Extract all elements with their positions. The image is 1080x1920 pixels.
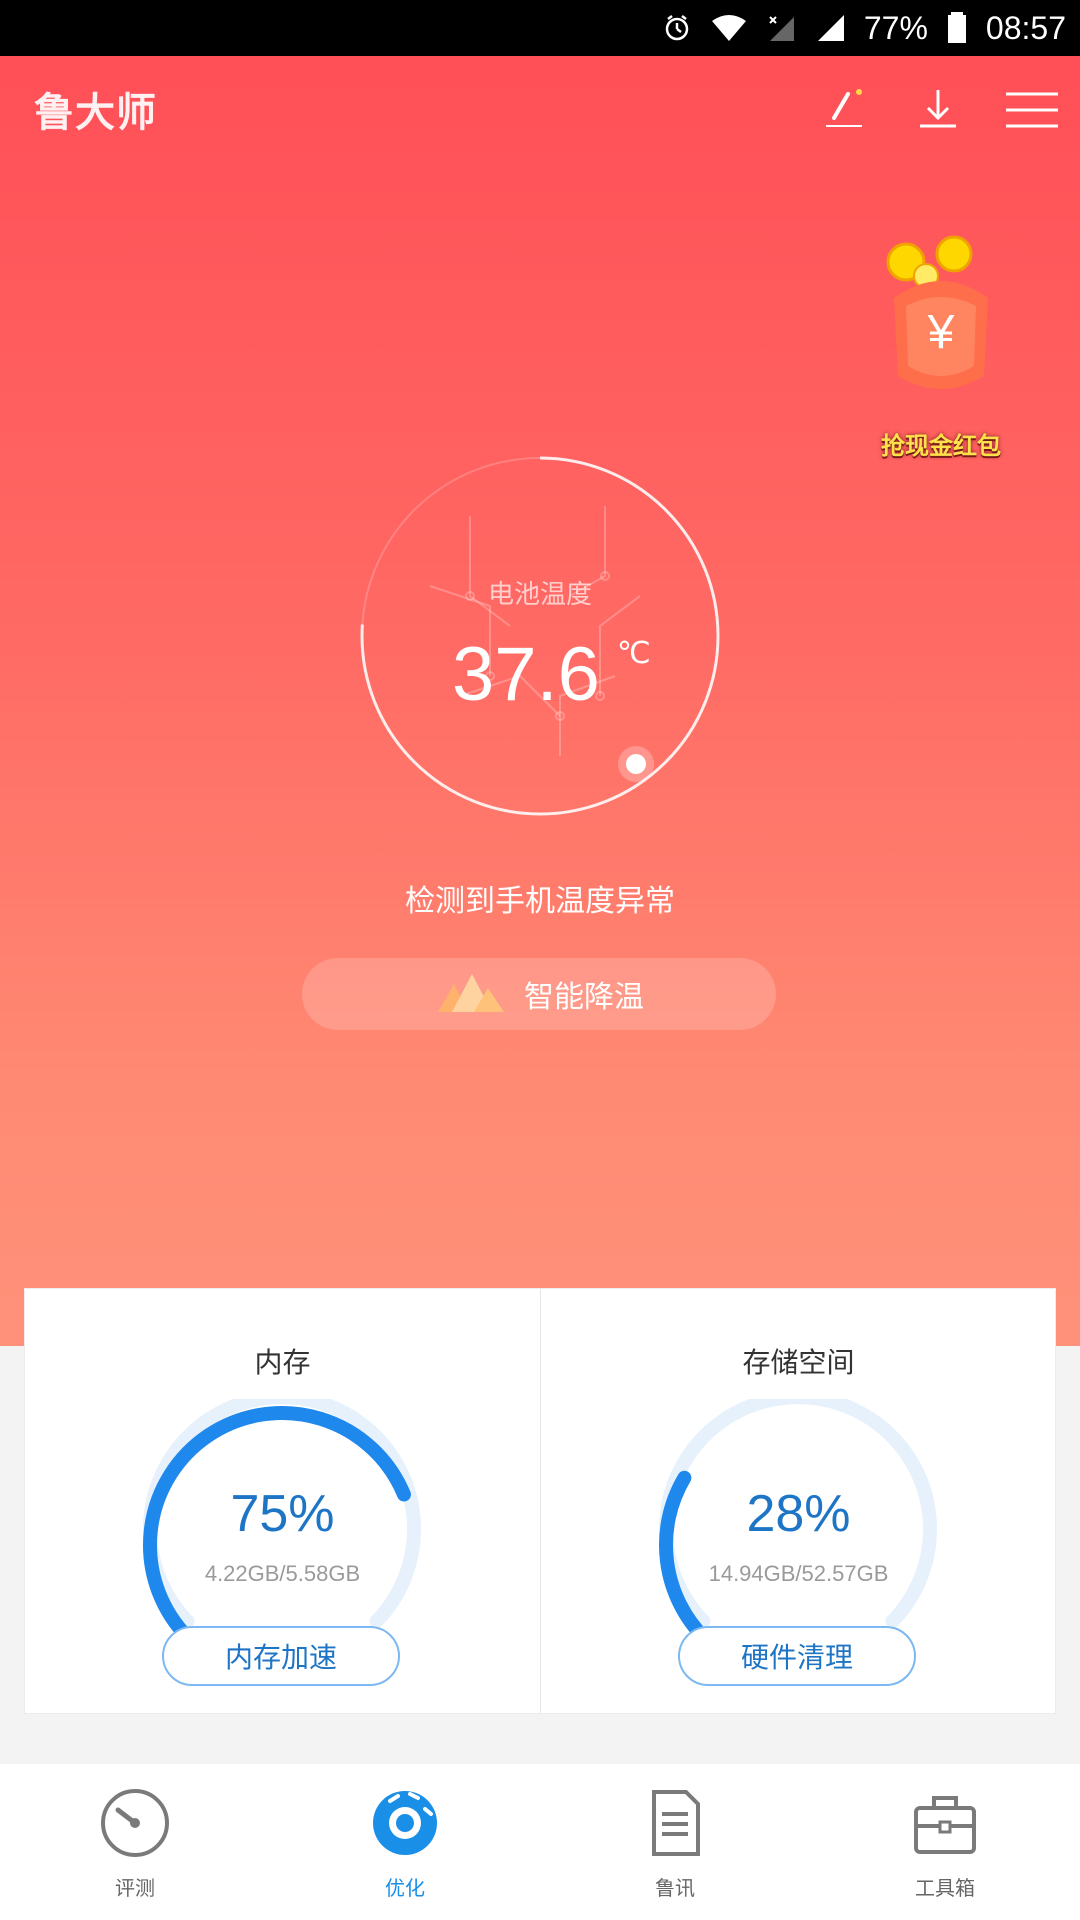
bottom-nav: 评测 优化 鲁讯 工具箱 xyxy=(0,1764,1080,1920)
status-time: 08:57 xyxy=(985,9,1066,46)
hero-panel: 鲁大师 ¥ 抢现金红包 电池温度 37.6 ℃ 检测到手机温度异常 智能降温 xyxy=(0,56,1080,1346)
nav-toolbox-label: 工具箱 xyxy=(915,1876,975,1900)
speedometer-icon xyxy=(101,1789,169,1857)
hardware-clean-button[interactable]: 硬件清理 xyxy=(678,1626,916,1686)
storage-card: 存储空间 28% 14.94GB/52.57GB 硬件清理 xyxy=(541,1289,1056,1713)
document-icon xyxy=(652,1790,700,1856)
money-bag-icon: ¥ xyxy=(886,235,988,389)
battery-icon xyxy=(946,11,968,45)
temperature-alert: 检测到手机温度异常 xyxy=(405,884,675,919)
cellular-signal-icon xyxy=(816,13,846,43)
cellular-no-signal-icon xyxy=(766,13,798,43)
nav-optimize-label: 优化 xyxy=(385,1876,425,1900)
memory-title: 内存 xyxy=(254,1346,311,1379)
nav-optimize[interactable]: 优化 xyxy=(270,1764,540,1920)
nav-toolbox[interactable]: 工具箱 xyxy=(810,1764,1080,1920)
toolbox-icon xyxy=(914,1796,976,1854)
svg-text:¥: ¥ xyxy=(927,306,955,359)
download-icon[interactable] xyxy=(906,78,970,142)
nav-news[interactable]: 鲁讯 xyxy=(540,1764,810,1920)
promo-text[interactable]: 抢现金红包 xyxy=(866,426,1016,461)
nav-review-label: 评测 xyxy=(115,1876,155,1900)
mountain-icon xyxy=(434,966,508,1022)
resource-cards: 内存 75% 4.22GB/5.58GB 内存加速 存储空间 28% 14.94… xyxy=(24,1288,1056,1714)
storage-percent: 28% xyxy=(746,1485,851,1543)
alarm-icon xyxy=(662,13,692,43)
promo-red-packet[interactable]: ¥ xyxy=(866,226,1016,416)
gauge-unit: ℃ xyxy=(617,637,651,670)
gauge-label: 电池温度 xyxy=(487,580,592,610)
wifi-icon xyxy=(710,13,748,43)
nav-news-label: 鲁讯 xyxy=(655,1876,695,1900)
optimize-icon xyxy=(373,1791,437,1855)
app-logo: 鲁大师 xyxy=(34,90,157,136)
storage-detail: 14.94GB/52.57GB xyxy=(708,1561,889,1586)
menu-icon[interactable] xyxy=(1000,78,1064,142)
gauge-value: 37.6 xyxy=(452,632,600,717)
memory-boost-button[interactable]: 内存加速 xyxy=(162,1626,400,1686)
status-right: 77% 08:57 xyxy=(662,0,1066,56)
battery-percent: 77% xyxy=(863,9,928,46)
memory-detail: 4.22GB/5.58GB xyxy=(204,1561,361,1586)
topbar-actions xyxy=(812,78,1064,142)
smart-cooling-label: 智能降温 xyxy=(524,980,644,1015)
nav-review[interactable]: 评测 xyxy=(0,1764,270,1920)
memory-percent: 75% xyxy=(230,1485,335,1543)
status-bar: 77% 08:57 xyxy=(0,0,1080,56)
storage-title: 存储空间 xyxy=(742,1346,855,1379)
memory-card: 内存 75% 4.22GB/5.58GB 内存加速 xyxy=(25,1289,540,1713)
smart-cooling-button[interactable]: 智能降温 xyxy=(302,958,776,1030)
edit-icon[interactable] xyxy=(812,78,876,142)
